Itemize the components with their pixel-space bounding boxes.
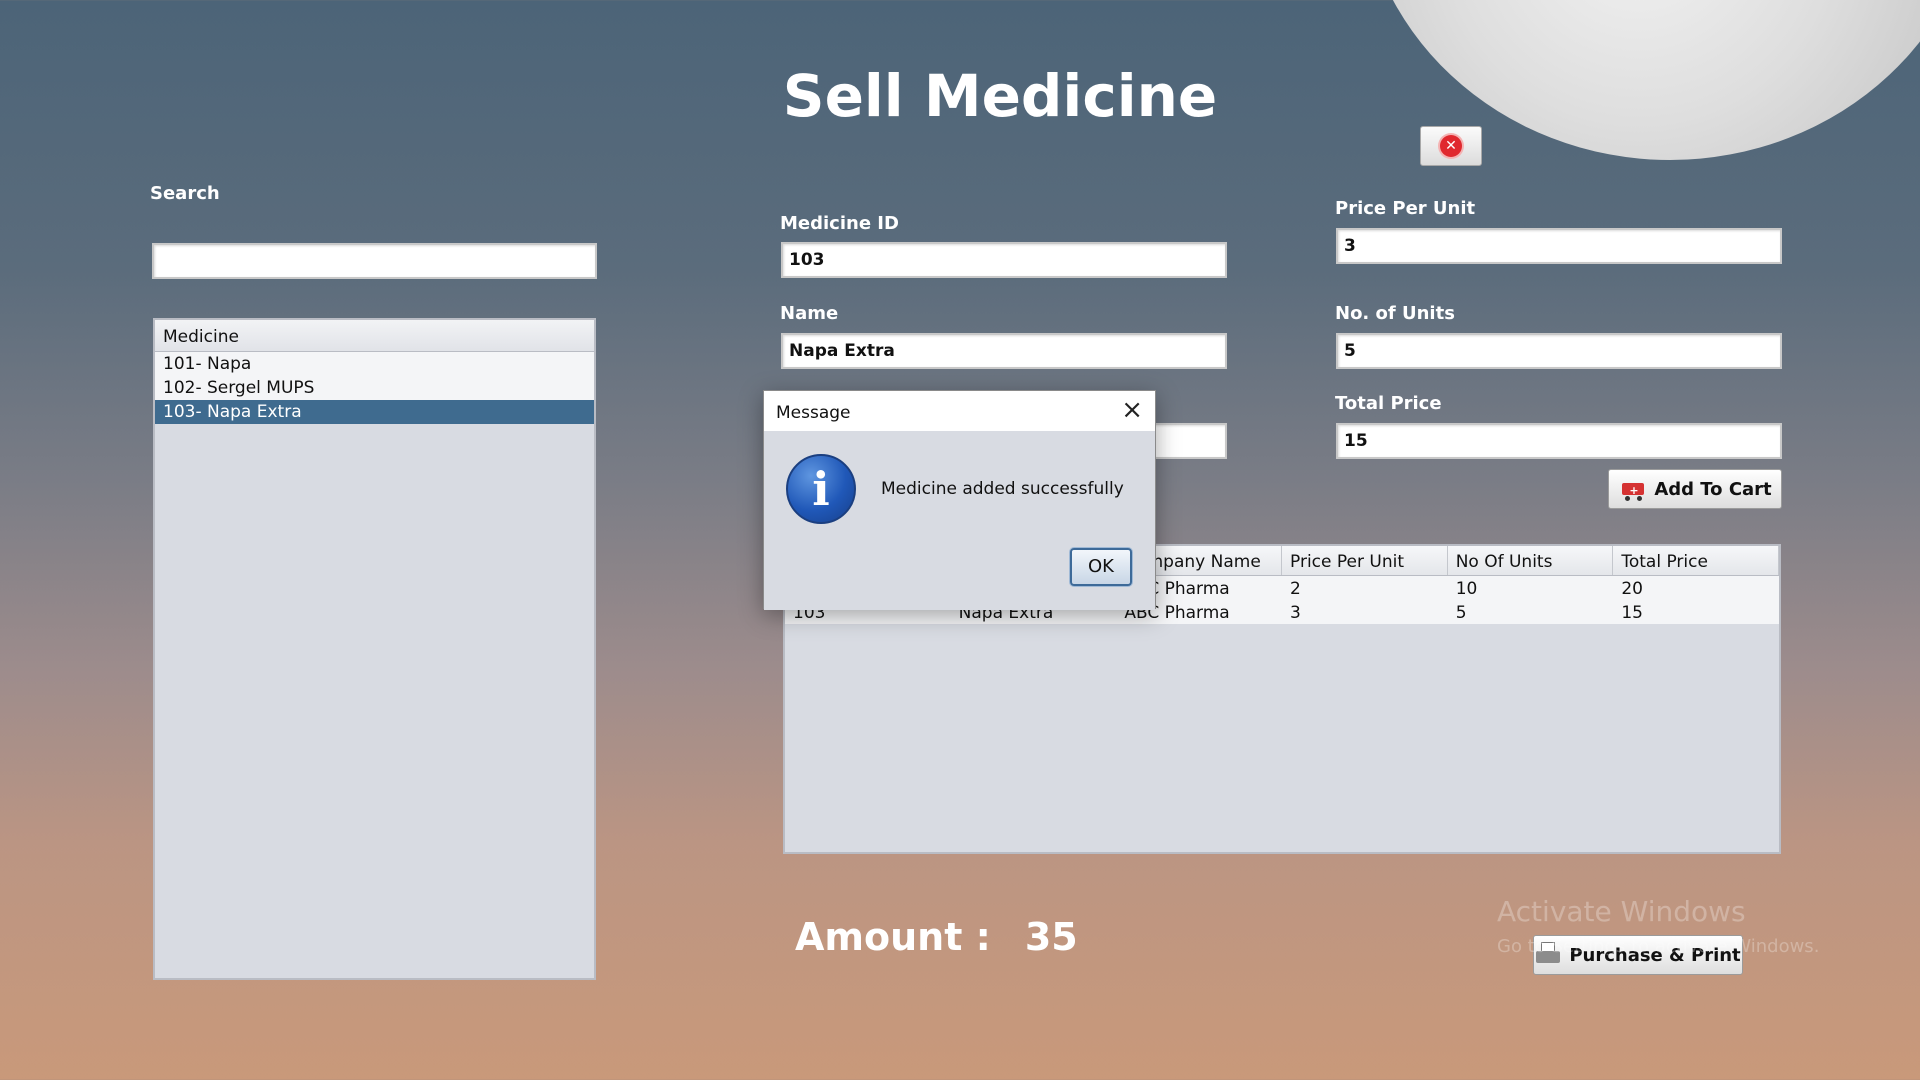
price-per-unit-label: Price Per Unit: [1335, 198, 1476, 219]
units-label: No. of Units: [1335, 303, 1455, 324]
message-dialog[interactable]: Message × i Medicine added successfully …: [763, 390, 1156, 610]
page-title: Sell Medicine: [782, 62, 1218, 130]
medicine-id-field[interactable]: 103: [781, 242, 1227, 278]
info-icon: i: [786, 454, 856, 524]
dialog-titlebar: Message ×: [764, 391, 1155, 431]
dialog-title: Message: [776, 403, 851, 423]
amount-display: Amount : 35: [795, 915, 1078, 959]
ok-button[interactable]: OK: [1070, 548, 1132, 586]
search-label: Search: [150, 183, 220, 204]
cart-icon: +: [1618, 477, 1646, 501]
medicine-list[interactable]: Medicine 101- Napa 102- Sergel MUPS 103-…: [153, 318, 596, 980]
dialog-body: i Medicine added successfully OK: [764, 431, 1155, 610]
price-per-unit-field[interactable]: 3: [1336, 228, 1782, 264]
activate-windows-hint: Go to Settings to activate Windows.: [1497, 936, 1820, 957]
list-item-selected[interactable]: 103- Napa Extra: [155, 400, 594, 424]
table-cell: 15: [1621, 603, 1643, 623]
name-label: Name: [780, 303, 839, 324]
list-item[interactable]: 101- Napa: [155, 352, 594, 376]
column-header-total[interactable]: Total Price: [1613, 546, 1779, 575]
table-cell: 3: [1290, 603, 1301, 623]
close-icon: ✕: [1440, 135, 1462, 157]
units-field[interactable]: 5: [1336, 333, 1782, 369]
activate-windows-watermark: Activate Windows: [1497, 895, 1746, 928]
close-button[interactable]: ✕: [1420, 126, 1482, 166]
add-to-cart-button[interactable]: + Add To Cart: [1608, 469, 1782, 509]
medicine-list-header: Medicine: [155, 320, 594, 352]
search-input[interactable]: [152, 243, 597, 279]
column-header-price[interactable]: Price Per Unit: [1282, 546, 1448, 575]
name-field[interactable]: Napa Extra: [781, 333, 1227, 369]
list-item[interactable]: 102- Sergel MUPS: [155, 376, 594, 400]
amount-label: Amount :: [795, 915, 991, 959]
total-price-label: Total Price: [1335, 393, 1442, 414]
dialog-message: Medicine added successfully: [881, 479, 1124, 499]
table-cell: 5: [1455, 603, 1467, 623]
total-price-field[interactable]: 15: [1336, 423, 1782, 459]
column-header-units[interactable]: No Of Units: [1448, 546, 1614, 575]
medicine-id-label: Medicine ID: [780, 213, 899, 234]
table-cell: 2: [1290, 579, 1301, 599]
table-cell: 10: [1455, 579, 1478, 599]
add-to-cart-label: Add To Cart: [1654, 478, 1772, 500]
table-cell: 20: [1621, 579, 1643, 599]
dialog-close-icon[interactable]: ×: [1121, 395, 1143, 425]
amount-value: 35: [1024, 915, 1078, 959]
